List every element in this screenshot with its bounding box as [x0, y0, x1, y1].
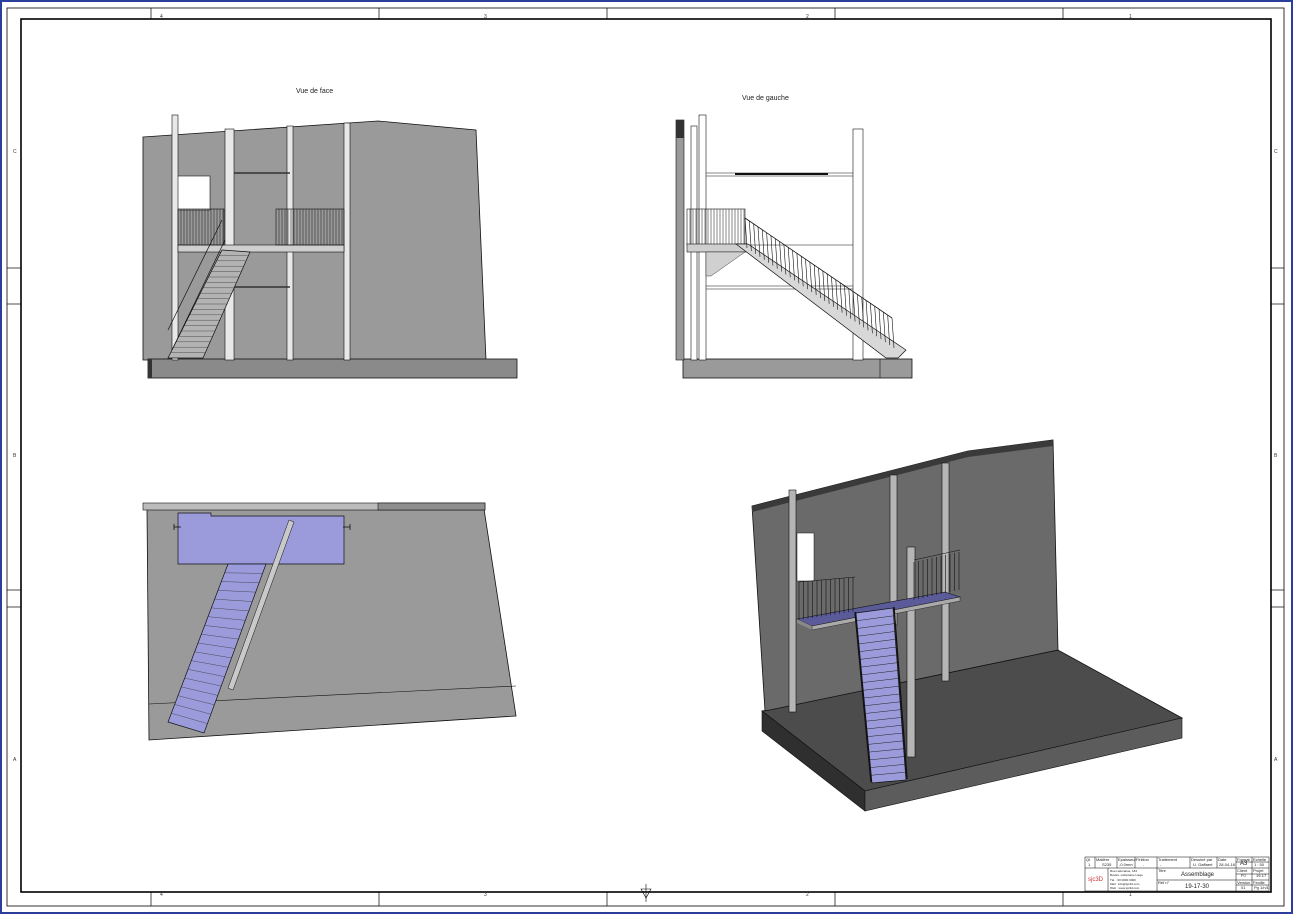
- tb-format: A3: [1240, 861, 1248, 867]
- tb-drawn-by: U. Gaffaert: [1193, 862, 1213, 867]
- zone-row-a-left: A: [13, 757, 17, 763]
- zone-col-1-bottom: 1: [1129, 892, 1132, 898]
- tb-ref-label: Réf n°: [1158, 880, 1170, 885]
- tb-version: 01: [1241, 885, 1246, 890]
- zone-row-c-left: C: [13, 149, 17, 155]
- zone-col-2-top: 2: [806, 14, 809, 20]
- zone-row-b-right: B: [1274, 453, 1278, 459]
- tb-client: PJ: [1241, 873, 1246, 878]
- zone-col-3-bottom: 3: [484, 892, 487, 898]
- tb-date: 28-04-16: [1219, 862, 1236, 867]
- tb-material: S235: [1102, 862, 1112, 867]
- tb-finish: -: [1143, 862, 1145, 867]
- zone-row-a-right: A: [1274, 757, 1278, 763]
- left-view-title: Vue de gauche: [742, 95, 789, 102]
- front-window: [176, 175, 211, 211]
- zone-col-2-bottom: 2: [806, 892, 809, 898]
- left-view: [675, 114, 913, 379]
- zone-col-1-top: 1: [1129, 14, 1132, 20]
- iso-view: [751, 439, 1184, 812]
- tb-address-2: Boulev. Lafontaine Liège: [1110, 873, 1143, 877]
- tb-ref: 19-17-30: [1185, 884, 1210, 890]
- left-floor: [682, 358, 913, 379]
- company-logo: sjc3D: [1088, 877, 1104, 883]
- tb-treatment: -: [1160, 862, 1162, 867]
- tb-title-label: Titre: [1158, 868, 1166, 873]
- tb-qty: 1: [1088, 862, 1091, 867]
- tb-project: 19-17: [1256, 873, 1267, 878]
- center-mark: [640, 884, 652, 902]
- zone-col-4-top: 4: [160, 14, 163, 20]
- left-wall-edge: [675, 119, 685, 361]
- front-view-title: Vue de face: [296, 88, 334, 95]
- top-platform: [177, 512, 345, 565]
- zone-row-b-left: B: [13, 453, 17, 459]
- tb-page: Pg 1/n/1: [1254, 885, 1269, 890]
- tb-thickness: -0.0mm: [1119, 862, 1133, 867]
- zone-row-c-right: C: [1274, 149, 1278, 155]
- drawing-sheet: [0, 0, 1293, 914]
- zone-col-3-top: 3: [484, 14, 487, 20]
- top-view: [142, 502, 517, 741]
- left-stair: [734, 243, 907, 359]
- front-view: [142, 114, 518, 379]
- front-floor: [147, 358, 518, 379]
- tb-address-5: Web : www.sjc3d.com: [1110, 886, 1140, 890]
- tb-scale: 1 : 50: [1254, 862, 1265, 867]
- zone-col-4-bottom: 4: [160, 892, 163, 898]
- tb-title: Assemblage: [1181, 872, 1215, 878]
